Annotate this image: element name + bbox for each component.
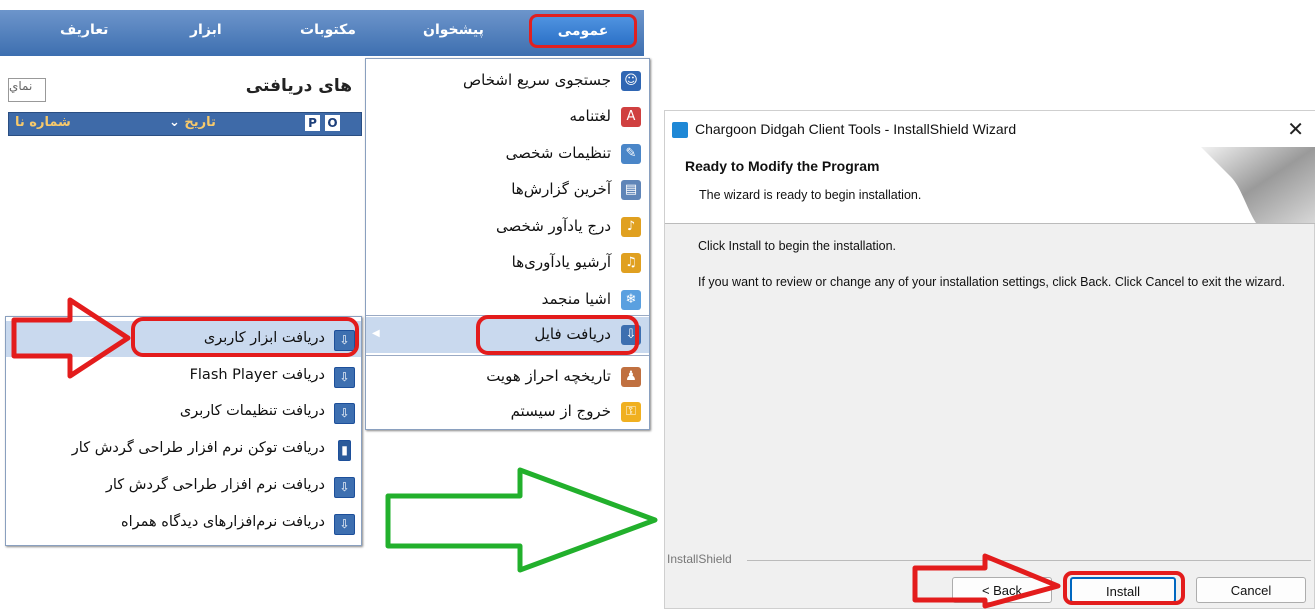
red-arrow-left	[11, 297, 131, 379]
annotation-arrows	[11, 297, 1061, 609]
red-arrow-install	[912, 553, 1061, 609]
green-arrow	[385, 467, 658, 573]
